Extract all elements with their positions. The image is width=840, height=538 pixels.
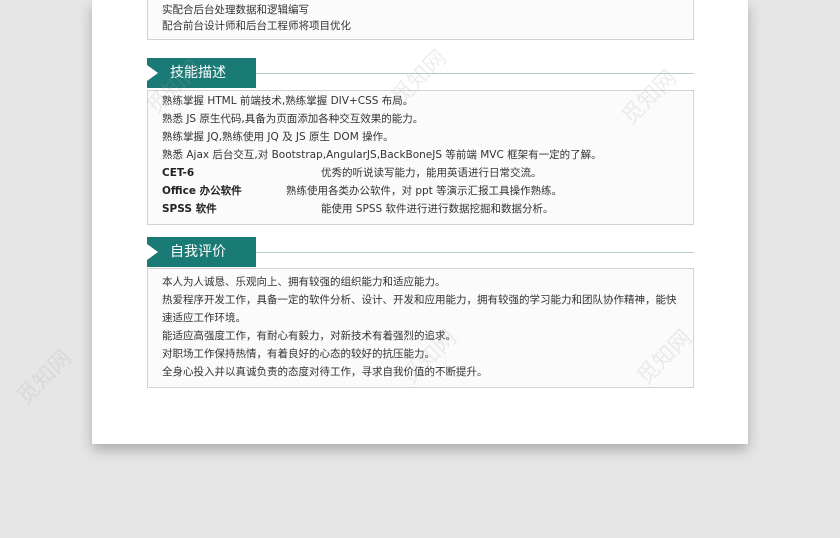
skill-item-name: CET-6 xyxy=(162,167,195,179)
evaluation-line: 速适应工作环境。 xyxy=(162,312,246,324)
resume-page: 实配合后台处理数据和逻辑编写 配合前台设计师和后台工程师将项目优化 技能描述 熟… xyxy=(92,0,748,444)
arrow-notch-icon xyxy=(147,244,158,260)
skill-item-desc: 熟练使用各类办公软件，对 ppt 等演示汇报工具操作熟练。 xyxy=(286,185,563,197)
evaluation-line: 全身心投入并以真诚负责的态度对待工作，寻求自我价值的不断提升。 xyxy=(162,366,488,378)
skill-line: 熟悉 JS 原生代码,具备为页面添加各种交互效果的能力。 xyxy=(162,113,424,125)
skill-line: 熟悉 Ajax 后台交互,对 Bootstrap,AngularJS,BackB… xyxy=(162,149,602,161)
evaluation-heading: 自我评价 xyxy=(147,237,694,267)
skills-box: 熟练掌握 HTML 前端技术,熟练掌握 DIV+CSS 布局。 熟悉 JS 原生… xyxy=(147,90,694,225)
evaluation-line: 热爱程序开发工作，具备一定的软件分析、设计、开发和应用能力，拥有较强的学习能力和… xyxy=(162,294,677,306)
skills-heading: 技能描述 xyxy=(147,58,694,88)
evaluation-line: 能适应高强度工作，有耐心有毅力，对新技术有着强烈的追求。 xyxy=(162,330,456,342)
evaluation-line: 本人为人诚恳、乐观向上、拥有较强的组织能力和适应能力。 xyxy=(162,276,446,288)
arrow-notch-icon xyxy=(147,65,158,81)
skill-line: 熟练掌握 JQ,熟练使用 JQ 及 JS 原生 DOM 操作。 xyxy=(162,131,394,143)
skills-title: 技能描述 xyxy=(170,65,226,81)
work-experience-box: 实配合后台处理数据和逻辑编写 配合前台设计师和后台工程师将项目优化 xyxy=(147,0,694,40)
skill-item-desc: 优秀的听说读写能力，能用英语进行日常交流。 xyxy=(321,167,542,179)
watermark: 觅知网 xyxy=(12,345,77,410)
experience-line: 配合前台设计师和后台工程师将项目优化 xyxy=(162,20,351,32)
evaluation-box: 本人为人诚恳、乐观向上、拥有较强的组织能力和适应能力。 热爱程序开发工作，具备一… xyxy=(147,268,694,388)
skill-line: 熟练掌握 HTML 前端技术,熟练掌握 DIV+CSS 布局。 xyxy=(162,95,414,107)
skill-item-name: SPSS 软件 xyxy=(162,203,217,215)
evaluation-line: 对职场工作保持热情，有着良好的心态的较好的抗压能力。 xyxy=(162,348,435,360)
evaluation-title: 自我评价 xyxy=(170,244,226,260)
skill-item-name: Office 办公软件 xyxy=(162,185,242,197)
skill-item-desc: 能使用 SPSS 软件进行进行数据挖掘和数据分析。 xyxy=(321,203,554,215)
